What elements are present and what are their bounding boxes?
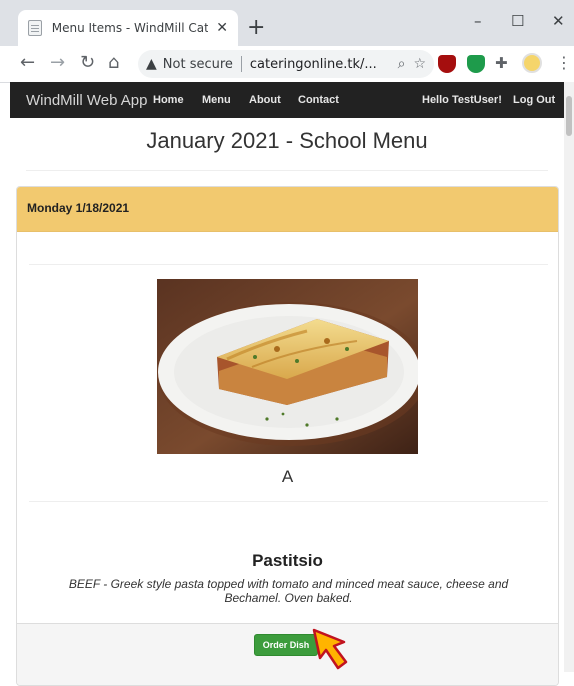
url-text[interactable]: cateringonline.tk/... bbox=[250, 57, 390, 72]
zoom-icon[interactable]: ⌕ bbox=[398, 56, 406, 72]
divider bbox=[29, 264, 548, 265]
nav-about-link[interactable]: About bbox=[249, 94, 281, 106]
page-favicon-icon bbox=[28, 20, 42, 36]
day-menu-panel: Monday 1/18/2021 A Pastitsio BEEF - Gree… bbox=[16, 186, 559, 686]
profile-avatar-icon[interactable] bbox=[522, 53, 542, 73]
tab-close-icon[interactable]: ✕ bbox=[216, 20, 228, 36]
new-tab-button[interactable]: + bbox=[247, 17, 265, 39]
mouse-cursor-icon bbox=[312, 628, 348, 670]
security-indicator[interactable]: Not secure bbox=[163, 57, 233, 72]
address-divider bbox=[240, 56, 242, 72]
browser-tabstrip: Menu Items - WindMill Catering ✕ + – ☐ ✕ bbox=[0, 0, 574, 46]
title-divider bbox=[26, 170, 548, 171]
scrollbar-thumb[interactable] bbox=[566, 96, 572, 136]
brand-link[interactable]: WindMill Web App bbox=[26, 92, 147, 109]
dish-description: BEEF - Greek style pasta topped with tom… bbox=[68, 577, 509, 605]
ublock-icon[interactable] bbox=[438, 55, 456, 73]
panel-footer: Order Dish bbox=[17, 623, 558, 685]
logout-link[interactable]: Log Out bbox=[513, 94, 555, 106]
reload-icon[interactable]: ↻ bbox=[80, 52, 95, 73]
nav-home-link[interactable]: Home bbox=[153, 94, 184, 106]
dish-name: Pastitsio bbox=[252, 551, 323, 570]
order-dish-button[interactable]: Order Dish bbox=[254, 634, 318, 656]
user-greeting-link[interactable]: Hello TestUser! bbox=[422, 94, 502, 106]
app-navbar: WindMill Web App Home Menu About Contact… bbox=[10, 82, 564, 118]
home-icon[interactable]: ⌂ bbox=[108, 52, 119, 73]
dish-category: A bbox=[281, 467, 294, 486]
day-heading: Monday 1/18/2021 bbox=[17, 187, 558, 232]
page-scrollbar[interactable] bbox=[564, 82, 574, 672]
browser-toolbar: ← → ↻ ⌂ ▲ Not secure cateringonline.tk/.… bbox=[0, 46, 574, 83]
nav-contact-link[interactable]: Contact bbox=[298, 94, 339, 106]
extensions-puzzle-icon[interactable]: ✚ bbox=[495, 54, 508, 72]
window-minimize-button[interactable]: – bbox=[474, 12, 482, 30]
browser-tab[interactable]: Menu Items - WindMill Catering ✕ bbox=[18, 10, 238, 46]
forward-icon[interactable]: → bbox=[50, 52, 65, 73]
page-title: January 2021 - School Menu bbox=[146, 128, 428, 153]
kebab-menu-icon[interactable]: ⋮ bbox=[556, 53, 572, 72]
back-icon[interactable]: ← bbox=[20, 52, 35, 73]
day-label: Monday 1/18/2021 bbox=[27, 201, 130, 215]
warning-icon: ▲ bbox=[146, 56, 157, 72]
tab-title: Menu Items - WindMill Catering bbox=[51, 21, 209, 35]
dish-photo-graphic bbox=[157, 279, 418, 454]
window-maximize-button[interactable]: ☐ bbox=[511, 12, 524, 30]
nav-menu-link[interactable]: Menu bbox=[202, 94, 231, 106]
divider bbox=[29, 501, 548, 502]
bookmark-star-icon[interactable]: ☆ bbox=[413, 56, 426, 72]
address-bar[interactable]: ▲ Not secure cateringonline.tk/... ⌕ ☆ bbox=[138, 50, 434, 78]
window-close-button[interactable]: ✕ bbox=[552, 12, 565, 30]
shield-extension-icon[interactable] bbox=[467, 55, 485, 73]
dish-photo bbox=[157, 279, 418, 454]
